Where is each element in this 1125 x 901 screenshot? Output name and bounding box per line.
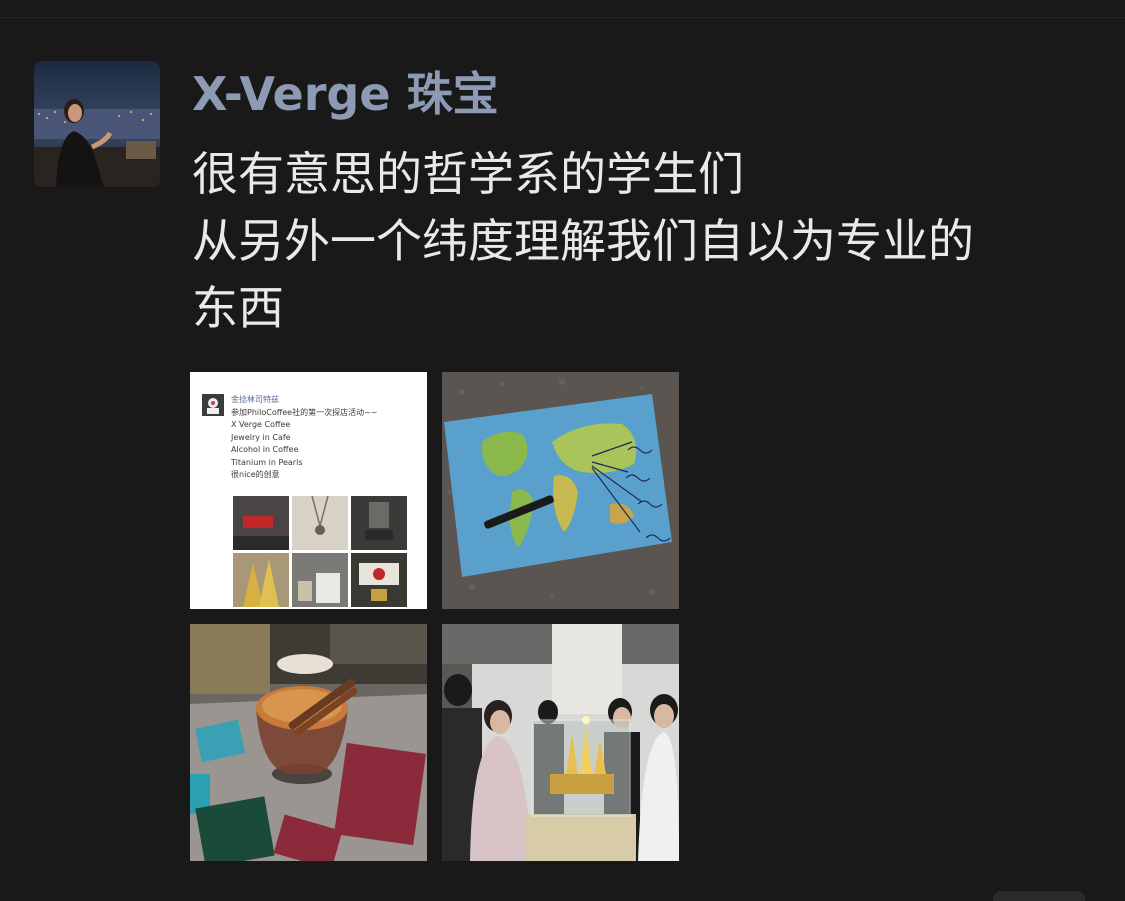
avatar[interactable] (34, 61, 160, 187)
moments-feed: X-Verge 珠宝 很有意思的哲学系的学生们 从另外一个纬度理解我们自以为专业… (0, 0, 1125, 901)
mini-photo (351, 496, 407, 550)
more-button[interactable] (993, 891, 1085, 901)
photo-world-map[interactable] (442, 372, 679, 609)
card-text: 金捻林司特兹 参加PhiloCoffee社的第一次探店活动~~ X Verge … (231, 394, 377, 482)
card-line: X Verge Coffee (231, 420, 291, 429)
post-text-line: 很有意思的哲学系的学生们 (192, 147, 744, 201)
card-line: Alcohol in Coffee (231, 445, 299, 454)
world-map-image (442, 372, 679, 609)
card-line: Titanium in Pearls (231, 457, 303, 467)
mini-photo (233, 496, 289, 550)
post-text-line: 从另外一个纬度理解我们自以为专业的 (192, 214, 974, 268)
mini-photo (292, 553, 348, 607)
post-text: 很有意思的哲学系的学生们 从另外一个纬度理解我们自以为专业的 东西 (192, 141, 1092, 342)
mini-photo (233, 553, 289, 607)
card-avatar (202, 394, 224, 416)
card-line: 很nice的创意 (231, 470, 280, 479)
coffee-image (190, 624, 427, 861)
jewelry-display-image (442, 624, 679, 861)
photo-coffee[interactable] (190, 624, 427, 861)
mini-photo (351, 553, 407, 607)
author-name[interactable]: X-Verge 珠宝 (192, 64, 499, 124)
card-author: 金捻林司特兹 (231, 395, 279, 404)
post-text-line: 东西 (192, 281, 284, 335)
avatar-image (34, 61, 160, 187)
card-line: 参加PhiloCoffee社的第一次探店活动~~ (231, 407, 378, 417)
card-line: Jewelry in Cafe (231, 432, 291, 442)
divider (0, 17, 1125, 18)
photo-jewelry-display[interactable] (442, 624, 679, 861)
mini-photo (292, 496, 348, 550)
photo-repost-screenshot[interactable]: 金捻林司特兹 参加PhiloCoffee社的第一次探店活动~~ X Verge … (190, 372, 427, 609)
